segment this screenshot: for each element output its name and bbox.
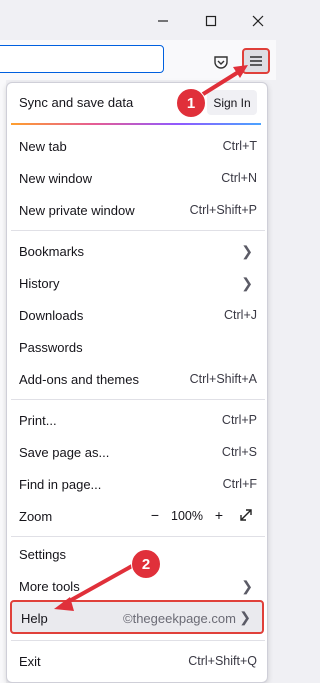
close-icon xyxy=(252,15,264,27)
pocket-button[interactable] xyxy=(212,54,230,72)
menu-item-addons-themes[interactable]: Add-ons and themes Ctrl+Shift+A xyxy=(7,363,267,395)
minimize-icon xyxy=(158,20,168,22)
zoom-reset-button[interactable]: 100% xyxy=(171,509,203,523)
menu-item-label: Add-ons and themes xyxy=(19,372,139,387)
menu-item-label: Bookmarks xyxy=(19,244,85,259)
window-titlebar xyxy=(0,0,276,40)
menu-divider xyxy=(11,536,265,537)
zoom-out-button[interactable]: − xyxy=(147,507,163,523)
chevron-right-icon: ❯ xyxy=(241,578,253,594)
menu-item-label: Settings xyxy=(19,547,66,562)
menu-item-new-private-window[interactable]: New private window Ctrl+Shift+P xyxy=(7,194,267,226)
zoom-in-button[interactable]: + xyxy=(211,507,227,523)
menu-item-shortcut: Ctrl+Shift+Q xyxy=(188,654,257,668)
step-badge-2: 2 xyxy=(131,549,161,579)
minimize-button[interactable] xyxy=(149,8,177,34)
menu-item-label: Save page as... xyxy=(19,445,110,460)
menu-item-shortcut: Ctrl+Shift+A xyxy=(189,372,257,386)
menu-divider xyxy=(11,230,265,231)
maximize-icon xyxy=(205,15,217,27)
menu-item-label: Downloads xyxy=(19,308,84,323)
menu-item-shortcut: Ctrl+Shift+P xyxy=(189,203,257,217)
menu-item-new-tab[interactable]: New tab Ctrl+T xyxy=(7,130,267,162)
menu-item-shortcut: Ctrl+T xyxy=(222,139,257,153)
menu-item-save-page[interactable]: Save page as... Ctrl+S xyxy=(7,436,267,468)
menu-item-new-window[interactable]: New window Ctrl+N xyxy=(7,162,267,194)
sync-label: Sync and save data xyxy=(19,95,134,110)
menu-item-exit[interactable]: Exit Ctrl+Shift+Q xyxy=(7,645,267,677)
menu-item-shortcut: Ctrl+S xyxy=(221,445,257,459)
menu-divider xyxy=(11,640,265,641)
maximize-button[interactable] xyxy=(197,8,225,34)
menu-item-passwords[interactable]: Passwords xyxy=(7,331,267,363)
menu-item-shortcut: Ctrl+J xyxy=(224,308,257,322)
pocket-icon xyxy=(214,56,228,69)
watermark: ©thegeekpage.com xyxy=(123,611,236,626)
menu-item-label: New tab xyxy=(19,139,67,154)
menu-item-print[interactable]: Print... Ctrl+P xyxy=(7,404,267,436)
menu-item-label: Passwords xyxy=(19,340,83,355)
menu-item-label: Exit xyxy=(19,654,41,669)
menu-item-label: Print... xyxy=(19,413,57,428)
nav-toolbar xyxy=(0,40,276,80)
menu-item-bookmarks[interactable]: Bookmarks ❯ xyxy=(7,235,267,267)
menu-divider xyxy=(11,399,265,400)
fullscreen-icon xyxy=(240,509,252,521)
menu-item-label: History xyxy=(19,276,60,291)
menu-item-shortcut: Ctrl+P xyxy=(221,413,257,427)
open-menu-button[interactable] xyxy=(242,48,270,74)
chevron-right-icon: ❯ xyxy=(241,243,253,259)
sync-gradient-divider xyxy=(11,123,261,125)
sync-row: Sync and save data Sign In xyxy=(7,83,267,123)
chevron-right-icon: ❯ xyxy=(241,275,253,291)
menu-item-help[interactable]: Help ©thegeekpage.com ❯ xyxy=(10,600,264,634)
menu-item-label: More tools xyxy=(19,579,80,594)
hamburger-menu-icon xyxy=(250,56,262,66)
url-bar[interactable] xyxy=(0,45,164,73)
menu-item-shortcut: Ctrl+N xyxy=(221,171,257,185)
menu-item-find-in-page[interactable]: Find in page... Ctrl+F xyxy=(7,468,267,500)
menu-item-label: New private window xyxy=(19,203,135,218)
sign-in-button[interactable]: Sign In xyxy=(207,90,257,115)
step-badge-1: 1 xyxy=(176,88,206,118)
menu-item-history[interactable]: History ❯ xyxy=(7,267,267,299)
close-window-button[interactable] xyxy=(244,8,272,34)
app-menu-panel: Sync and save data Sign In New tab Ctrl+… xyxy=(6,82,268,683)
menu-item-shortcut: Ctrl+F xyxy=(222,477,257,491)
menu-item-zoom: Zoom − 100% + xyxy=(7,500,267,532)
chevron-right-icon: ❯ xyxy=(239,609,251,625)
menu-item-label: Zoom xyxy=(19,509,53,524)
fullscreen-button[interactable] xyxy=(238,507,254,523)
menu-item-label: New window xyxy=(19,171,92,186)
menu-item-label: Find in page... xyxy=(19,477,102,492)
menu-item-label: Help xyxy=(21,611,48,626)
menu-item-downloads[interactable]: Downloads Ctrl+J xyxy=(7,299,267,331)
